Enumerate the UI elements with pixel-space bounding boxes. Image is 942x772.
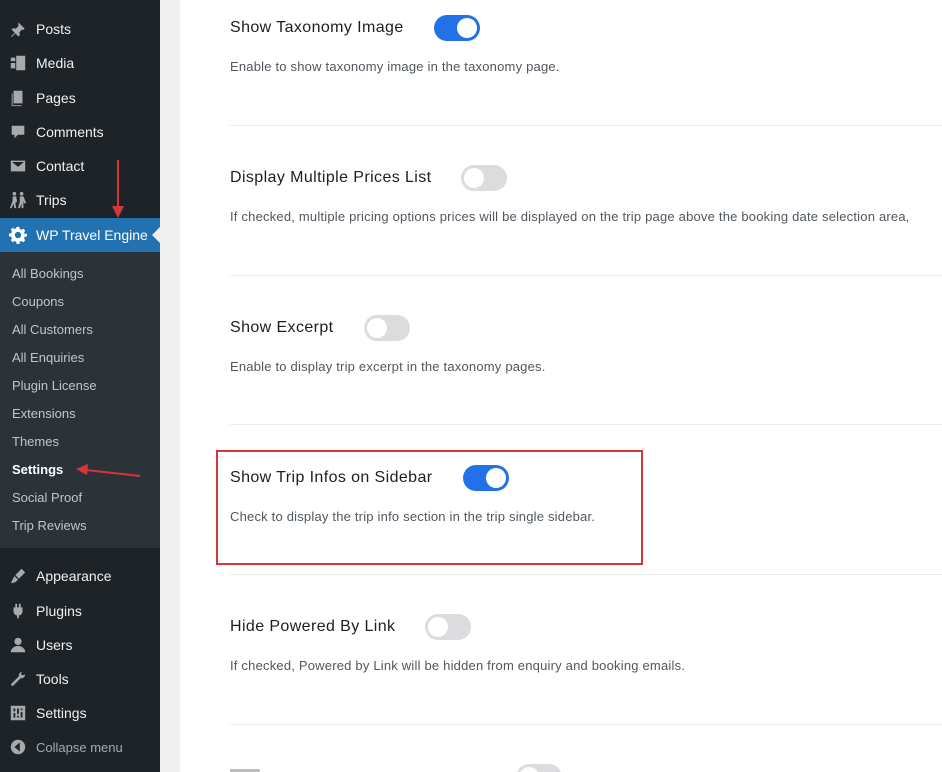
active-indicator [152,227,160,243]
menu-item-posts[interactable]: Posts [0,12,160,46]
toggle-knob [464,168,485,188]
content-area: Show Taxonomy Image Enable to show taxon… [160,0,942,772]
menu-item-label: Comments [36,124,104,140]
menu-item-label: Contact [36,158,85,174]
menu-item-label: Pages [36,90,76,106]
menu-item-label: Collapse menu [36,739,123,755]
menu-item-label: Appearance [36,568,112,584]
toggle-knob [366,318,387,338]
admin-sidebar: Posts Media Pages Comments Contact Trips… [0,0,160,772]
menu-item-comments[interactable]: Comments [0,115,160,149]
submenu-all-enquiries[interactable]: All Enquiries [0,343,160,371]
menu-item-trips[interactable]: Trips [0,183,160,217]
setting-show-excerpt: Show Excerpt Enable to display trip exce… [230,314,942,374]
submenu-trip-reviews[interactable]: Trip Reviews [0,512,160,540]
submenu-extensions[interactable]: Extensions [0,399,160,427]
divider [230,724,942,725]
menu-item-contact[interactable]: Contact [0,149,160,183]
plug-icon [8,601,28,621]
menu-item-label: Tools [36,671,69,687]
setting-description: Enable to display trip excerpt in the ta… [230,359,546,374]
setting-description: If checked, Powered by Link will be hidd… [230,658,686,673]
menu-item-label: Plugins [36,603,82,619]
collapse-menu-button[interactable]: Collapse menu [0,730,160,764]
media-icon [8,53,28,73]
menu-item-wp-travel-engine[interactable]: WP Travel Engine [0,218,160,252]
divider [230,424,942,425]
setting-title: Show Excerpt [230,319,334,336]
submenu-coupons[interactable]: Coupons [0,287,160,315]
hikers-icon [8,190,28,210]
submenu: All Bookings Coupons All Customers All E… [0,252,160,548]
collapse-arrow-icon [8,737,28,757]
comment-icon [8,122,28,142]
mail-icon [8,156,28,176]
divider [230,574,942,575]
next-toggle-partial[interactable] [516,764,562,772]
divider [230,275,942,276]
setting-display-multiple-prices: Display Multiple Prices List If checked,… [230,164,942,224]
menu-item-settings[interactable]: Settings [0,696,160,730]
annotation-arrow-left [76,464,141,477]
setting-description: Enable to show taxonomy image in the tax… [230,59,560,74]
submenu-all-customers[interactable]: All Customers [0,315,160,343]
menu-item-media[interactable]: Media [0,46,160,80]
menu-item-label: WP Travel Engine [36,227,148,243]
next-setting-title-partial [230,764,260,772]
submenu-themes[interactable]: Themes [0,428,160,456]
menu-item-label: Posts [36,21,72,37]
annotation-highlight-box [216,450,643,565]
toggle-knob [428,617,449,637]
gear-icon [8,225,28,245]
toggle-switch[interactable] [425,614,472,640]
menu-item-pages[interactable]: Pages [0,81,160,115]
menu-item-tools[interactable]: Tools [0,662,160,696]
wrench-icon [8,669,28,689]
annotation-arrow-down [112,160,124,218]
pages-icon [8,88,28,108]
user-icon [8,635,28,655]
submenu-social-proof[interactable]: Social Proof [0,484,160,512]
setting-description: If checked, multiple pricing options pri… [230,209,910,224]
menu-item-label: Settings [36,705,87,721]
settings-panel: Show Taxonomy Image Enable to show taxon… [180,0,942,772]
toggle-knob [456,18,477,38]
sliders-icon [8,703,28,723]
menu-item-users[interactable]: Users [0,628,160,662]
toggle-switch[interactable] [461,165,508,191]
submenu-plugin-license[interactable]: Plugin License [0,371,160,399]
brush-icon [8,566,28,586]
setting-title: Display Multiple Prices List [230,169,432,186]
setting-title: Show Taxonomy Image [230,19,404,36]
pushpin-icon [8,19,28,39]
menu-item-appearance[interactable]: Appearance [0,559,160,593]
toggle-switch[interactable] [363,315,410,341]
divider [230,125,942,126]
menu-item-label: Media [36,55,75,71]
toggle-switch[interactable] [433,15,480,41]
menu-item-plugins[interactable]: Plugins [0,594,160,628]
submenu-all-bookings[interactable]: All Bookings [0,259,160,287]
setting-show-taxonomy-image: Show Taxonomy Image Enable to show taxon… [230,14,942,74]
menu-item-label: Users [36,637,73,653]
setting-hide-powered-by-link: Hide Powered By Link If checked, Powered… [230,613,942,673]
menu-item-label: Trips [36,192,67,208]
setting-title: Hide Powered By Link [230,618,396,635]
